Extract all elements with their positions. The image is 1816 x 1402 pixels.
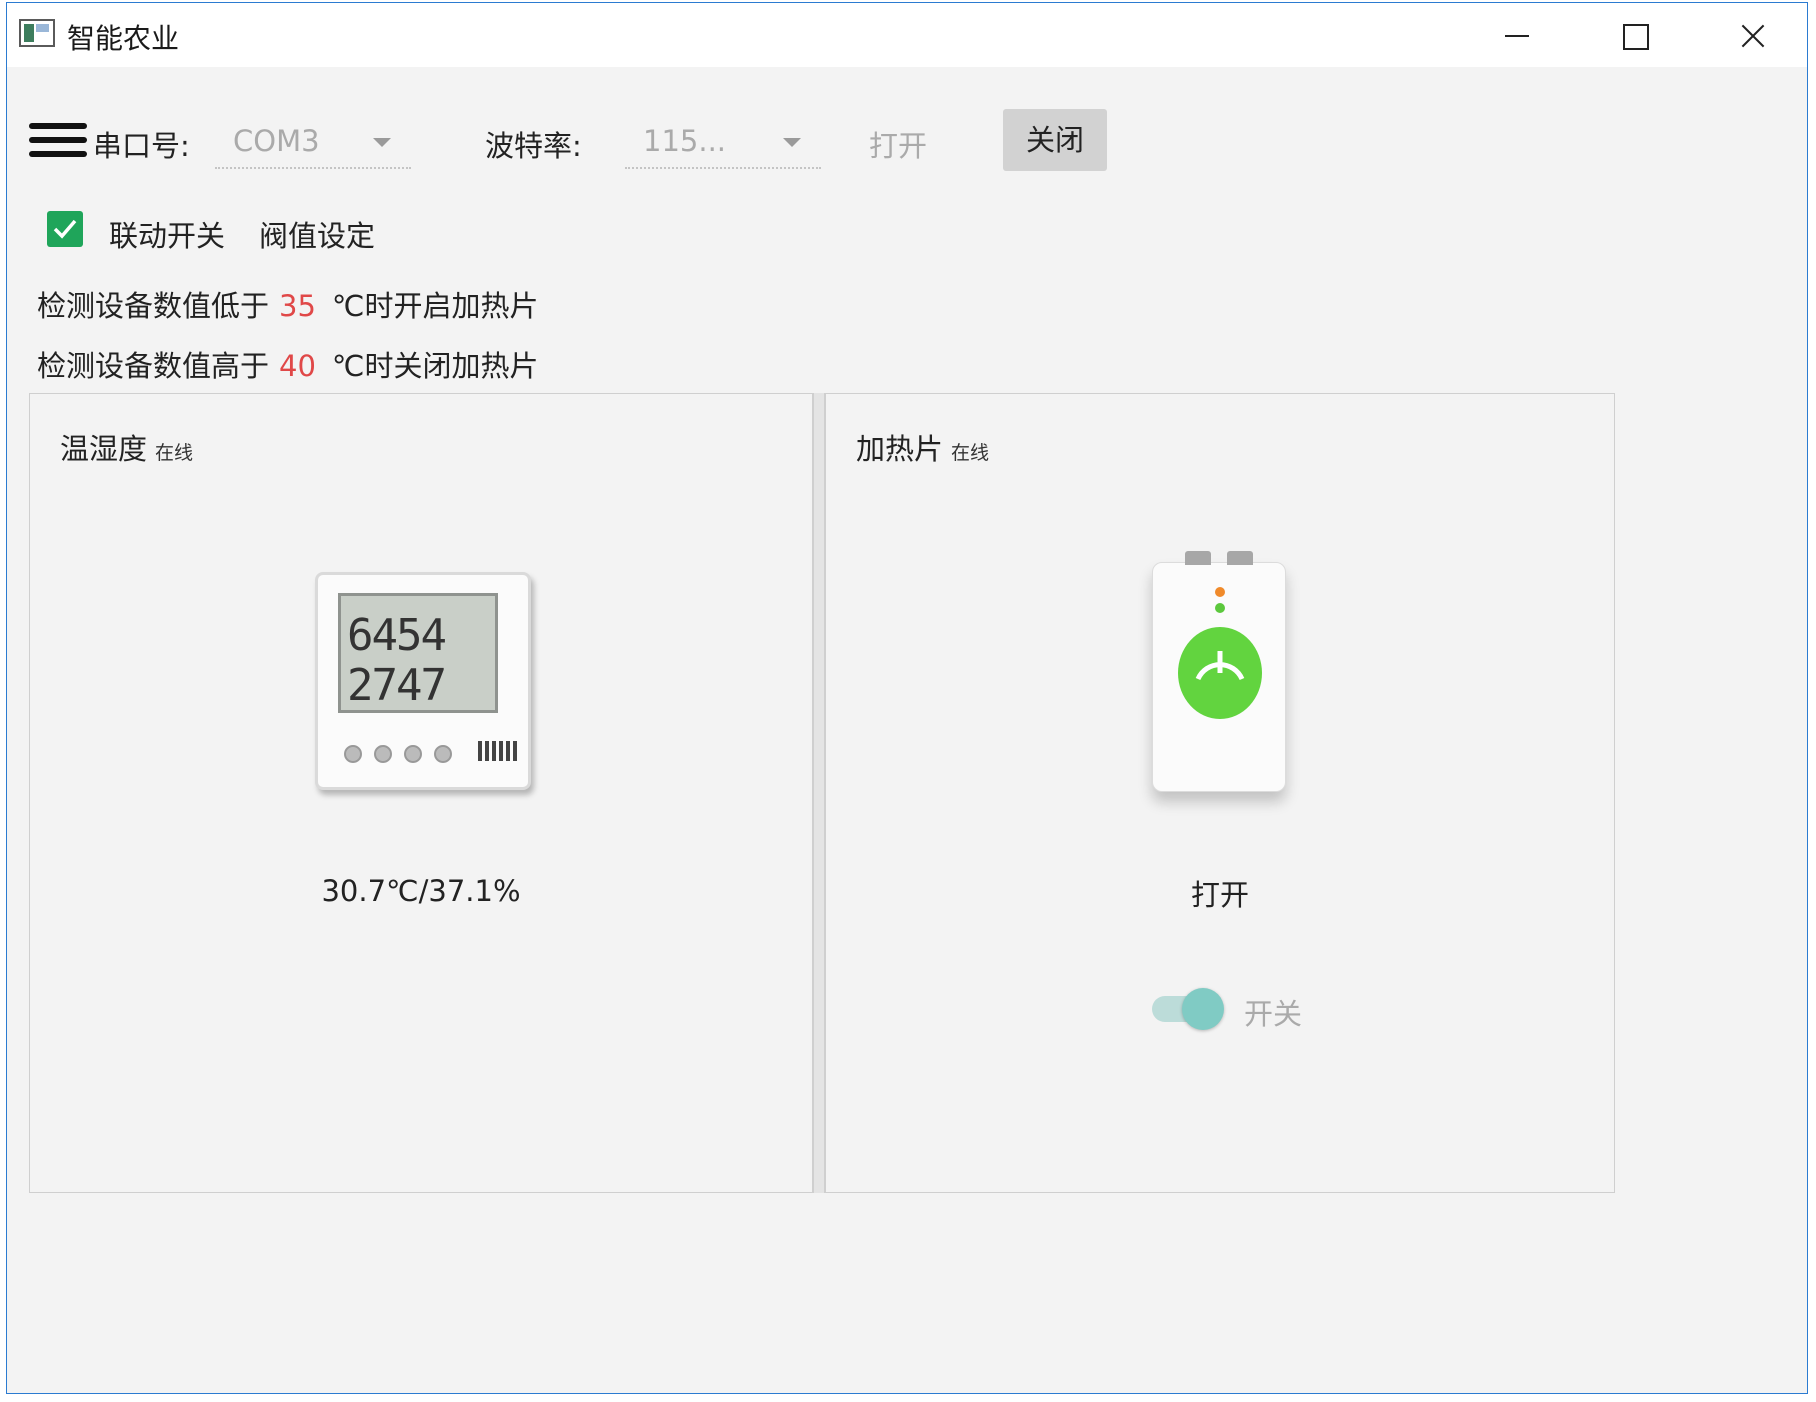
title-bar: 智能农业 (7, 3, 1807, 67)
led-green (1215, 603, 1225, 613)
rule-high-prefix: 检测设备数值高于 (37, 349, 270, 383)
lcd-line-2: 2747 (347, 660, 447, 711)
maximize-button[interactable] (1575, 3, 1693, 67)
device-buttons (344, 745, 464, 767)
heater-panel: 加热片 在线 打开 开关 (825, 393, 1615, 1193)
thermo-hygrometer-image: 6454 2747 (315, 572, 531, 790)
rule-low-value[interactable]: 35 (279, 289, 316, 323)
sensor-name: 温湿度 (60, 432, 148, 466)
heater-state: 打开 (1190, 878, 1249, 912)
sensor-reading: 30.7℃/37.1% (321, 874, 521, 908)
close-window-button[interactable] (1693, 3, 1811, 67)
baud-select[interactable]: 115... (625, 111, 821, 169)
sensor-status-badge: 在线 (155, 442, 194, 464)
app-window: 智能农业 串口号: COM3 波特率: 115... 打开 关闭 联动开关 阀值… (6, 2, 1808, 1394)
threshold-settings-link[interactable]: 阀值设定 (259, 213, 375, 255)
switch-thumb (1182, 988, 1224, 1030)
close-port-button[interactable]: 关闭 (1003, 109, 1107, 171)
minimize-button[interactable] (1457, 3, 1575, 67)
linkage-label: 联动开关 (109, 219, 226, 253)
lcd-line-1: 6454 (347, 610, 447, 661)
heater-status-badge: 在线 (951, 442, 990, 464)
window-title: 智能农业 (67, 22, 180, 55)
open-port-button[interactable]: 打开 (869, 123, 927, 165)
heater-switch[interactable]: 开关 (1152, 988, 1352, 1031)
lcd-display: 6454 2747 (338, 593, 498, 713)
rule-high-value[interactable]: 40 (279, 349, 316, 383)
heater-name: 加热片 (856, 432, 944, 466)
vent-bars (478, 741, 520, 765)
led-orange (1215, 587, 1225, 597)
linkage-checkbox[interactable] (47, 211, 83, 247)
rule-low: 检测设备数值低于 35 ℃时开启加热片 (37, 283, 539, 325)
rule-low-prefix: 检测设备数值低于 (37, 289, 270, 323)
sensor-title: 温湿度 在线 (60, 426, 193, 468)
check-icon (53, 219, 77, 239)
sensor-panel: 温湿度 在线 6454 2747 30.7℃/37.1% (29, 393, 813, 1193)
switch-label: 开关 (1244, 997, 1303, 1031)
rule-high-suffix: ℃时关闭加热片 (331, 349, 539, 383)
heater-device-image (1152, 551, 1286, 792)
menu-icon[interactable] (29, 119, 89, 161)
rule-high: 检测设备数值高于 40 ℃时关闭加热片 (37, 343, 539, 385)
baud-label: 波特率: (485, 129, 582, 163)
rule-low-suffix: ℃时开启加热片 (331, 289, 539, 323)
baud-value: 115... (643, 124, 727, 158)
port-select[interactable]: COM3 (215, 111, 411, 169)
panel-divider[interactable] (813, 393, 825, 1193)
heater-title: 加热片 在线 (856, 426, 989, 468)
port-value: COM3 (233, 124, 320, 158)
chevron-down-icon (783, 138, 801, 147)
power-knob-icon (1178, 627, 1262, 719)
chevron-down-icon (373, 138, 391, 147)
port-label: 串口号: (93, 129, 190, 163)
serial-toolbar: 串口号: COM3 波特率: 115... 打开 关闭 (7, 67, 1807, 177)
app-icon (19, 19, 55, 47)
